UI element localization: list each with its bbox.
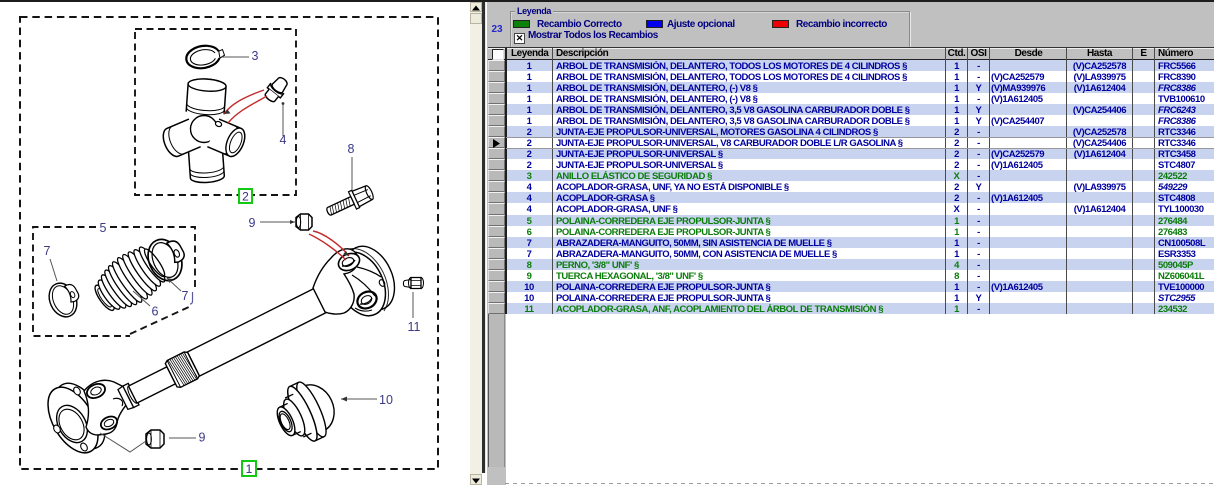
svg-text:11: 11 [408,320,421,334]
svg-text:5: 5 [100,221,107,235]
svg-text:6: 6 [152,305,159,319]
svg-text:10: 10 [379,393,393,407]
svg-text:9: 9 [249,216,256,230]
svg-text:4: 4 [280,133,287,147]
svg-text:3: 3 [252,49,259,63]
svg-text:8: 8 [348,142,355,156]
svg-text:7: 7 [44,244,51,258]
svg-text:1: 1 [246,462,253,476]
svg-text:7: 7 [182,289,189,303]
svg-text:2: 2 [242,190,249,204]
svg-text:9: 9 [199,431,206,445]
